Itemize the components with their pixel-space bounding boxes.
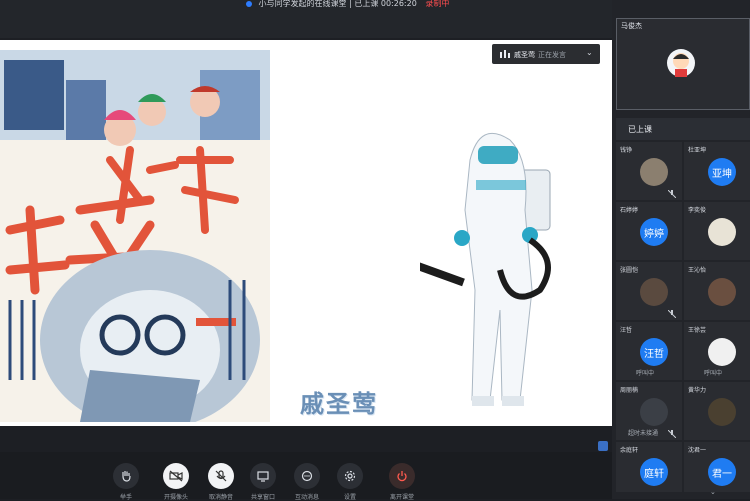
student-avatar <box>708 218 736 246</box>
student-name: 周丽楠 <box>620 387 639 394</box>
disinfection-worker-illustration <box>420 132 551 406</box>
chevron-down-icon[interactable]: ⌄ <box>586 48 593 57</box>
student-tile[interactable]: 王徐芸 呼叫中 <box>684 322 750 380</box>
student-avatar: 婷婷 <box>640 218 668 246</box>
call-status: 超时未接通 <box>628 430 659 437</box>
student-avatar: 君一 <box>708 458 736 486</box>
student-name: 王徐芸 <box>688 327 707 334</box>
student-avatar <box>640 398 668 426</box>
teacher-avatar <box>667 49 695 77</box>
share-window-button[interactable] <box>250 463 276 489</box>
student-avatar: 亚坤 <box>708 158 736 186</box>
speaker-status: 正在发言 <box>538 51 566 59</box>
call-status: 呼叫中 <box>704 370 723 377</box>
student-tile[interactable]: 李奕俊 <box>684 202 750 260</box>
section-title: 已上课 <box>628 125 652 134</box>
hand-icon <box>122 471 131 482</box>
student-tile[interactable]: 杜亚坤 亚坤 <box>684 142 750 200</box>
student-name: 王沁怡 <box>688 267 707 274</box>
student-name: 钱铮 <box>620 147 633 154</box>
power-icon <box>397 471 407 482</box>
unmute-button[interactable] <box>208 463 234 489</box>
student-tile[interactable]: 黄华力 <box>684 382 750 440</box>
camera-button[interactable] <box>163 463 189 489</box>
student-name: 李奕俊 <box>688 207 707 214</box>
mic-off-icon <box>215 470 227 482</box>
student-avatar <box>708 278 736 306</box>
recording-status: 录制中 <box>425 0 450 8</box>
active-speaker-indicator[interactable]: 戚圣莺 正在发言 ⌄ <box>492 44 600 64</box>
teacher-video-tile[interactable]: 马俊杰 <box>616 18 750 110</box>
student-avatar <box>708 338 736 366</box>
messages-button[interactable] <box>294 463 320 489</box>
student-avatar <box>708 398 736 426</box>
audio-level-icon <box>500 50 510 58</box>
student-name-caption: 戚圣莺 <box>300 390 378 418</box>
bottom-toolbar: 举手 开摄像头 取消静音 共享窗口 互动消息 设置 离开课堂 <box>0 452 612 501</box>
student-tile[interactable]: 王沁怡 <box>684 262 750 320</box>
speaker-name: 戚圣莺 <box>514 51 535 59</box>
screen-share-icon <box>257 471 269 482</box>
raise-hand-button[interactable] <box>113 463 139 489</box>
student-name: 黄华力 <box>688 387 707 394</box>
student-name: 石婷婷 <box>620 207 639 214</box>
student-name: 杜亚坤 <box>688 147 707 154</box>
leave-class-label: 离开课堂 <box>389 494 414 501</box>
scroll-down-chevron-icon[interactable]: ⌄ <box>710 488 716 496</box>
class-title-bar: 小与同学发起的在线课堂 | 已上课 00:26:20 录制中 <box>246 0 449 9</box>
settings-button[interactable] <box>337 463 363 489</box>
student-name: 汪哲 <box>620 327 633 334</box>
student-tile[interactable]: 汪哲 汪哲 呼叫中 <box>616 322 682 380</box>
gear-icon <box>344 470 356 482</box>
student-avatar: 汪哲 <box>640 338 668 366</box>
class-title: 小与同学发起的在线课堂 | 已上课 00:26:20 <box>258 0 417 8</box>
student-avatar: 庭轩 <box>640 458 668 486</box>
student-avatar <box>640 278 668 306</box>
student-name: 余庭轩 <box>620 447 639 454</box>
mic-muted-icon <box>668 190 676 198</box>
cartoon-avatar-icon <box>673 53 689 77</box>
chat-bubble-icon[interactable] <box>598 441 608 451</box>
student-tile[interactable]: 石婷婷 婷婷 <box>616 202 682 260</box>
student-name: 沈君一 <box>688 447 707 454</box>
anti-epidemic-poster <box>0 50 270 422</box>
leave-class-button[interactable] <box>389 463 415 489</box>
message-icon <box>301 470 313 482</box>
call-status: 呼叫中 <box>636 370 655 377</box>
student-avatar <box>640 158 668 186</box>
student-tile[interactable]: 余庭轩 庭轩 <box>616 442 682 492</box>
teacher-name: 马俊杰 <box>621 22 642 30</box>
attended-section-header: 已上课 <box>616 118 750 140</box>
top-bar: 小与同学发起的在线课堂 | 已上课 00:26:20 录制中 <box>0 0 612 38</box>
mic-muted-icon <box>668 310 676 318</box>
shared-screen: 戚圣莺 戚圣莺 正在发言 ⌄ <box>0 40 612 426</box>
student-tile[interactable]: 周丽楠 超时未接通 <box>616 382 682 440</box>
student-tile[interactable]: 沈君一 君一 <box>684 442 750 492</box>
app-logo-icon <box>246 0 252 7</box>
student-name: 张圆恺 <box>620 267 639 274</box>
mic-muted-icon <box>668 430 676 438</box>
settings-label: 设置 <box>343 494 356 501</box>
student-tile[interactable]: 张圆恺 <box>616 262 682 320</box>
camera-off-icon <box>169 470 183 482</box>
student-tile[interactable]: 钱铮 <box>616 142 682 200</box>
